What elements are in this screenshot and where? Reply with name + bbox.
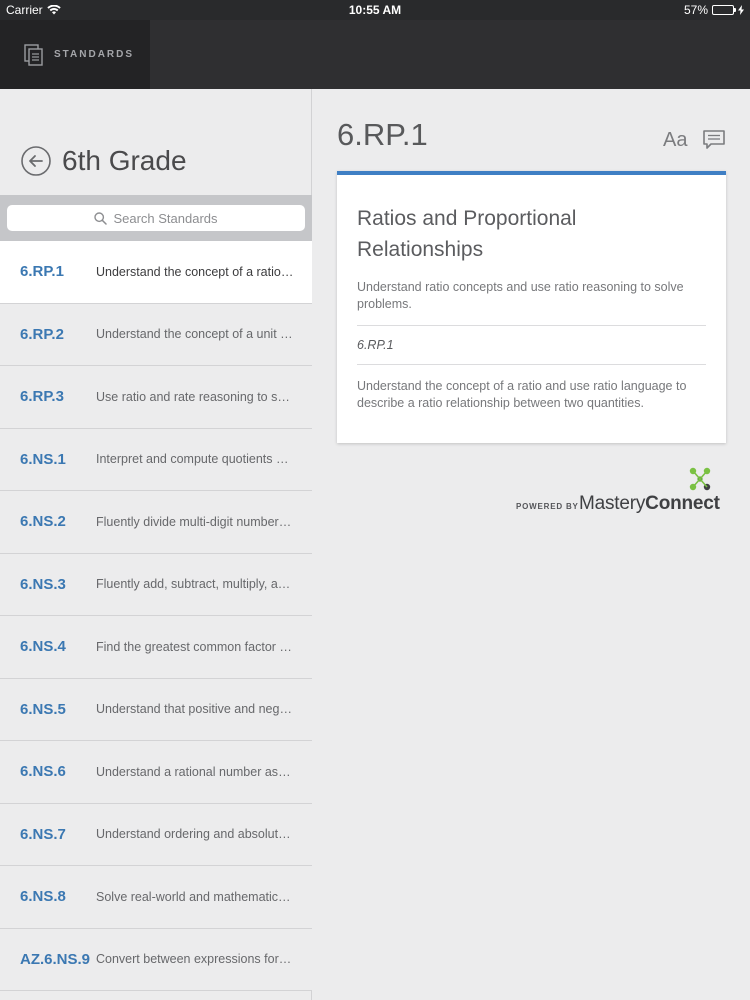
- standard-row[interactable]: 6.NS.1 Interpret and compute quotients of…: [0, 428, 312, 491]
- standard-code: 6.NS.8: [20, 888, 66, 906]
- standard-row[interactable]: 6.RP.1 Understand the concept of a ratio …: [0, 241, 312, 304]
- powered-by-mastery-connect: POWERED BY MasteryConnect: [513, 465, 726, 515]
- search-icon: [94, 211, 108, 225]
- standard-row[interactable]: 6.NS.7 Understand ordering and absolute v…: [0, 803, 312, 866]
- standard-description: Use ratio and rate reasoning to solve re…: [96, 389, 294, 404]
- status-bar: Carrier 10:55 AM 57%: [0, 0, 750, 20]
- card-cluster-description: Understand ratio concepts and use ratio …: [357, 279, 706, 326]
- card-description: Understand the concept of a ratio and us…: [357, 379, 687, 410]
- standard-description: Convert between expressions for positive…: [96, 952, 294, 967]
- standard-description: Understand that positive and negative nu…: [96, 702, 294, 717]
- powered-by-label: POWERED BY: [516, 502, 579, 511]
- standard-code: 6.RP.2: [20, 325, 64, 343]
- standards-list-pane: 6th Grade Search Standards 6.RP.1 Underst…: [0, 89, 312, 1000]
- standard-description: Understand the concept of a unit rate a/…: [96, 327, 294, 342]
- tab-standards-label: STANDARDS: [54, 49, 135, 60]
- search-placeholder: Search Standards: [113, 210, 218, 226]
- standard-row[interactable]: AZ.6.NS.9 Convert between expressions for…: [0, 928, 312, 991]
- card-code: 6.RP.1: [357, 326, 706, 365]
- standard-code: 6.NS.3: [20, 575, 66, 593]
- standard-description: Fluently add, subtract, multiply, and di…: [96, 577, 294, 592]
- mastery-connect-logo-icon: [689, 467, 711, 491]
- grade-title: 6th Grade: [62, 145, 187, 176]
- standard-code: 6.NS.2: [20, 513, 66, 531]
- tab-standards[interactable]: STANDARDS: [0, 20, 150, 89]
- back-arrow-icon[interactable]: [20, 145, 52, 177]
- standard-description: Interpret and compute quotients of fract…: [96, 452, 294, 467]
- standard-code: 6.NS.6: [20, 763, 66, 781]
- battery-status: 57%: [684, 3, 744, 17]
- standard-code: 6.RP.1: [20, 263, 64, 281]
- standard-row[interactable]: 6.NS.5 Understand that positive and negat…: [0, 678, 312, 741]
- standards-list: 6.RP.1 Understand the concept of a ratio …: [0, 241, 312, 991]
- standard-row[interactable]: 6.NS.6 Understand a rational number as a …: [0, 741, 312, 804]
- standard-row[interactable]: 6.RP.3 Use ratio and rate reasoning to so…: [0, 366, 312, 429]
- standard-row[interactable]: 6.NS.4 Find the greatest common factor of…: [0, 616, 312, 679]
- battery-percent: 57%: [683, 3, 708, 17]
- clock: 10:55 AM: [348, 3, 402, 17]
- search-bar: Search Standards: [0, 195, 312, 241]
- standard-description: Understand the concept of a ratio and us…: [96, 264, 294, 279]
- standard-row[interactable]: 6.NS.3 Fluently add, subtract, multiply, …: [0, 553, 312, 616]
- standard-description: Solve real-world and mathematical proble…: [96, 889, 294, 904]
- search-input[interactable]: Search Standards: [7, 205, 305, 231]
- app-bar: STANDARDS: [0, 20, 750, 89]
- standard-description: Fluently divide multi-digit numbers usin…: [96, 514, 294, 529]
- brand-wordmark: MasteryConnect: [579, 493, 720, 514]
- battery-icon: [712, 5, 736, 15]
- standard-code: AZ.6.NS.9: [20, 950, 91, 968]
- standard-code: 6.NS.5: [20, 700, 66, 718]
- document-stack-icon: [24, 43, 43, 66]
- standard-row[interactable]: 6.RP.2 Understand the concept of a unit r…: [0, 303, 312, 366]
- grade-header: 6th Grade: [20, 145, 187, 177]
- standard-code: 6.NS.7: [20, 825, 66, 843]
- standard-row[interactable]: 6.NS.8 Solve real-world and mathematical …: [0, 866, 312, 929]
- standard-code: 6.NS.4: [20, 638, 66, 656]
- standard-code: 6.RP.3: [20, 388, 64, 406]
- font-size-button[interactable]: Aa: [663, 129, 687, 152]
- standard-description: Understand ordering and absolute value o…: [96, 827, 294, 842]
- standard-description: Understand a rational number as a point …: [96, 764, 294, 779]
- standard-card: Ratios and Proportional Relationships Un…: [337, 171, 726, 443]
- standard-code-title: 6.RP.1: [337, 117, 428, 152]
- card-title: Ratios and Proportional Relationships: [357, 207, 577, 261]
- charging-icon: [738, 5, 744, 15]
- standard-detail-pane: 6.RP.1 Aa Ratios and Proportional Relati…: [313, 89, 750, 1000]
- standard-row[interactable]: 6.NS.2 Fluently divide multi-digit number…: [0, 491, 312, 554]
- standard-description: Find the greatest common factor of two w…: [96, 639, 294, 654]
- standard-code: 6.NS.1: [20, 450, 66, 468]
- comment-icon[interactable]: [702, 129, 726, 151]
